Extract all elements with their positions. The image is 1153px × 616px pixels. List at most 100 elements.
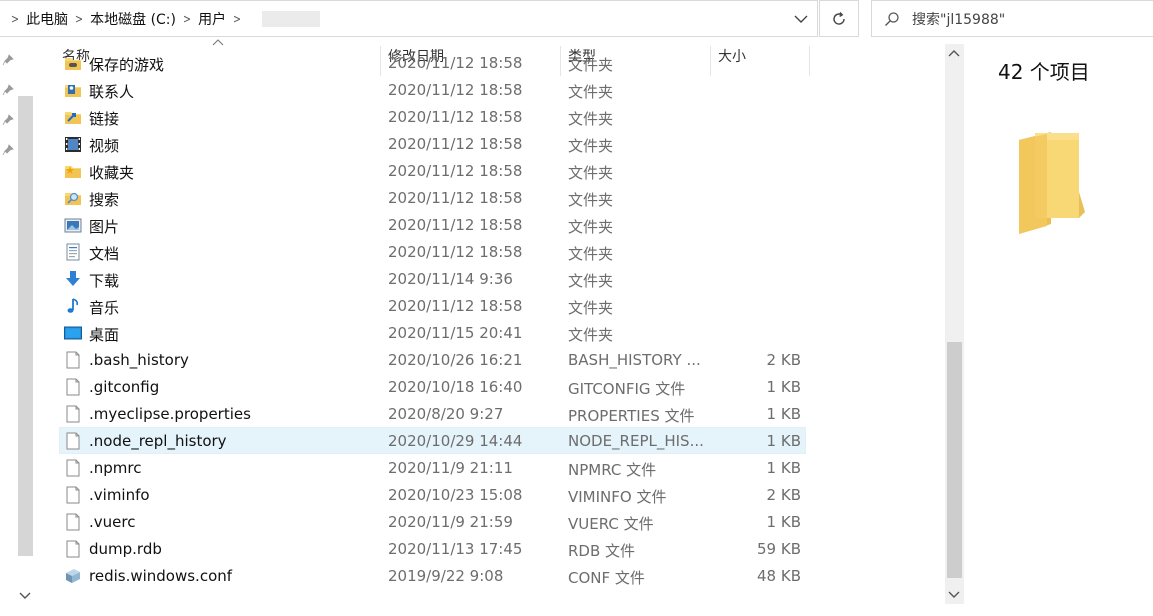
file-list: 名称 修改日期 类型 大小 保存的游戏 2020/11/12 18:58 文件夹 联系… (36, 38, 944, 616)
file-size: 48 KB (757, 567, 801, 585)
file-icon (66, 486, 80, 504)
desktop-folder-icon (64, 326, 82, 340)
file-size: 1 KB (766, 459, 801, 477)
table-row[interactable]: .bash_history 2020/10/26 16:21 BASH_HISTOR… (36, 346, 944, 373)
file-modified-date: 2020/11/9 21:11 (388, 459, 513, 477)
file-icon (66, 405, 80, 423)
file-name[interactable]: 搜索 (89, 189, 119, 210)
file-size: 2 KB (766, 486, 801, 504)
file-name[interactable]: 链接 (89, 108, 119, 129)
file-name[interactable]: .bash_history (89, 351, 189, 369)
file-type: 文件夹 (568, 272, 614, 290)
search-placeholder[interactable]: 搜索"jl15988" (912, 9, 1005, 29)
file-type: 文件夹 (568, 299, 614, 317)
file-name[interactable]: 下载 (89, 270, 119, 291)
file-modified-date: 2019/9/22 9:08 (388, 567, 504, 585)
file-name[interactable]: 桌面 (89, 324, 119, 345)
pin-icon[interactable] (2, 114, 14, 126)
table-row[interactable]: 图片 2020/11/12 18:58 文件夹 (36, 211, 944, 238)
breadcrumb-separator-icon[interactable]: > (11, 12, 19, 26)
file-name[interactable]: .vuerc (89, 513, 135, 531)
file-type: NPMRC 文件 (568, 461, 657, 479)
table-row[interactable]: 搜索 2020/11/12 18:58 文件夹 (36, 184, 944, 211)
file-modified-date: 2020/11/12 18:58 (388, 81, 523, 99)
search-icon (885, 11, 899, 26)
file-name[interactable]: 联系人 (89, 81, 134, 102)
file-name[interactable]: 文档 (89, 243, 119, 264)
table-row[interactable]: 保存的游戏 2020/11/12 18:58 文件夹 (36, 49, 944, 76)
pin-icon[interactable] (2, 144, 14, 156)
file-type: 文件夹 (568, 110, 614, 128)
table-row[interactable]: 桌面 2020/11/15 20:41 文件夹 (36, 319, 944, 346)
table-row[interactable]: redis.windows.conf 2019/9/22 9:08 CONF 文件 4… (36, 562, 944, 589)
file-name[interactable]: 图片 (89, 216, 119, 237)
table-row[interactable]: 下载 2020/11/14 9:36 文件夹 (36, 265, 944, 292)
table-row[interactable]: dump.rdb 2020/11/13 17:45 RDB 文件 59 KB (36, 535, 944, 562)
file-rows: 保存的游戏 2020/11/12 18:58 文件夹 联系人 2020/11/12 18… (36, 54, 944, 589)
file-name[interactable]: .viminfo (89, 486, 150, 504)
file-size: 1 KB (766, 405, 801, 423)
file-size: 59 KB (757, 540, 801, 558)
file-modified-date: 2020/11/12 18:58 (388, 54, 523, 72)
file-type: PROPERTIES 文件 (568, 407, 695, 425)
file-name[interactable]: .node_repl_history (89, 432, 227, 450)
file-modified-date: 2020/10/29 14:44 (388, 432, 523, 450)
table-row[interactable]: 联系人 2020/11/12 18:58 文件夹 (36, 76, 944, 103)
search-icon-container (872, 1, 912, 37)
scroll-down-icon[interactable] (19, 591, 31, 601)
breadcrumb-users[interactable]: 用户 (198, 9, 226, 29)
file-name[interactable]: 音乐 (89, 297, 119, 318)
file-type: RDB 文件 (568, 542, 636, 560)
search-input[interactable]: 搜索"jl15988" (871, 0, 1153, 37)
file-type: VUERC 文件 (568, 515, 654, 533)
file-icon (66, 351, 80, 369)
table-row[interactable]: .node_repl_history 2020/10/29 14:44 NODE_R… (36, 427, 944, 454)
breadcrumb-separator-icon[interactable]: > (75, 12, 83, 26)
table-row[interactable]: .gitconfig 2020/10/18 16:40 GITCONFIG 文件 1 … (36, 373, 944, 400)
file-name[interactable]: .npmrc (89, 459, 142, 477)
file-modified-date: 2020/11/12 18:58 (388, 135, 523, 153)
scrollbar-thumb[interactable] (947, 342, 962, 578)
refresh-button[interactable] (819, 0, 859, 37)
table-row[interactable]: .npmrc 2020/11/9 21:11 NPMRC 文件 1 KB (36, 454, 944, 481)
file-type: GITCONFIG 文件 (568, 380, 686, 398)
breadcrumb-separator-icon[interactable]: > (183, 12, 191, 26)
file-size: 1 KB (766, 378, 801, 396)
file-modified-date: 2020/8/20 9:27 (388, 405, 504, 423)
table-row[interactable]: .vuerc 2020/11/9 21:59 VUERC 文件 1 KB (36, 508, 944, 535)
navigation-scrollbar[interactable] (16, 44, 35, 603)
file-name[interactable]: 视频 (89, 135, 119, 156)
breadcrumb-local-disk[interactable]: 本地磁盘 (C:) (90, 9, 176, 29)
scroll-down-icon[interactable] (948, 590, 960, 600)
file-list-scrollbar[interactable] (945, 44, 964, 604)
address-bar[interactable]: > 此电脑 > 本地磁盘 (C:) > 用户 > (0, 0, 818, 37)
pin-icon[interactable] (2, 84, 14, 96)
file-modified-date: 2020/11/15 20:41 (388, 324, 523, 342)
large-folder-icon (1019, 132, 1085, 234)
breadcrumb-this-pc[interactable]: 此电脑 (26, 9, 68, 29)
table-row[interactable]: 视频 2020/11/12 18:58 文件夹 (36, 130, 944, 157)
file-type: 文件夹 (568, 326, 614, 344)
file-type: 文件夹 (568, 245, 614, 263)
file-name[interactable]: .gitconfig (89, 378, 159, 396)
pin-icon[interactable] (2, 54, 14, 66)
table-row[interactable]: 文档 2020/11/12 18:58 文件夹 (36, 238, 944, 265)
breadcrumb-separator-icon[interactable]: > (233, 12, 241, 26)
file-name[interactable]: redis.windows.conf (89, 567, 232, 585)
table-row[interactable]: .myeclipse.properties 2020/8/20 9:27 PROPE… (36, 400, 944, 427)
table-row[interactable]: 收藏夹 2020/11/12 18:58 文件夹 (36, 157, 944, 184)
file-type: BASH_HISTORY ... (568, 351, 701, 369)
scrollbar-thumb[interactable] (18, 96, 33, 556)
file-name[interactable]: 保存的游戏 (89, 54, 164, 75)
file-icon (66, 513, 80, 531)
scroll-up-icon[interactable] (948, 48, 960, 58)
table-row[interactable]: .viminfo 2020/10/23 15:08 VIMINFO 文件 2 KB (36, 481, 944, 508)
file-name[interactable]: dump.rdb (89, 540, 162, 558)
file-name[interactable]: 收藏夹 (89, 162, 134, 183)
table-row[interactable]: 链接 2020/11/12 18:58 文件夹 (36, 103, 944, 130)
address-history-dropdown[interactable] (785, 1, 817, 37)
breadcrumb-redacted-username[interactable] (262, 11, 321, 27)
file-type: CONF 文件 (568, 569, 645, 587)
file-name[interactable]: .myeclipse.properties (89, 405, 251, 423)
table-row[interactable]: 音乐 2020/11/12 18:58 文件夹 (36, 292, 944, 319)
